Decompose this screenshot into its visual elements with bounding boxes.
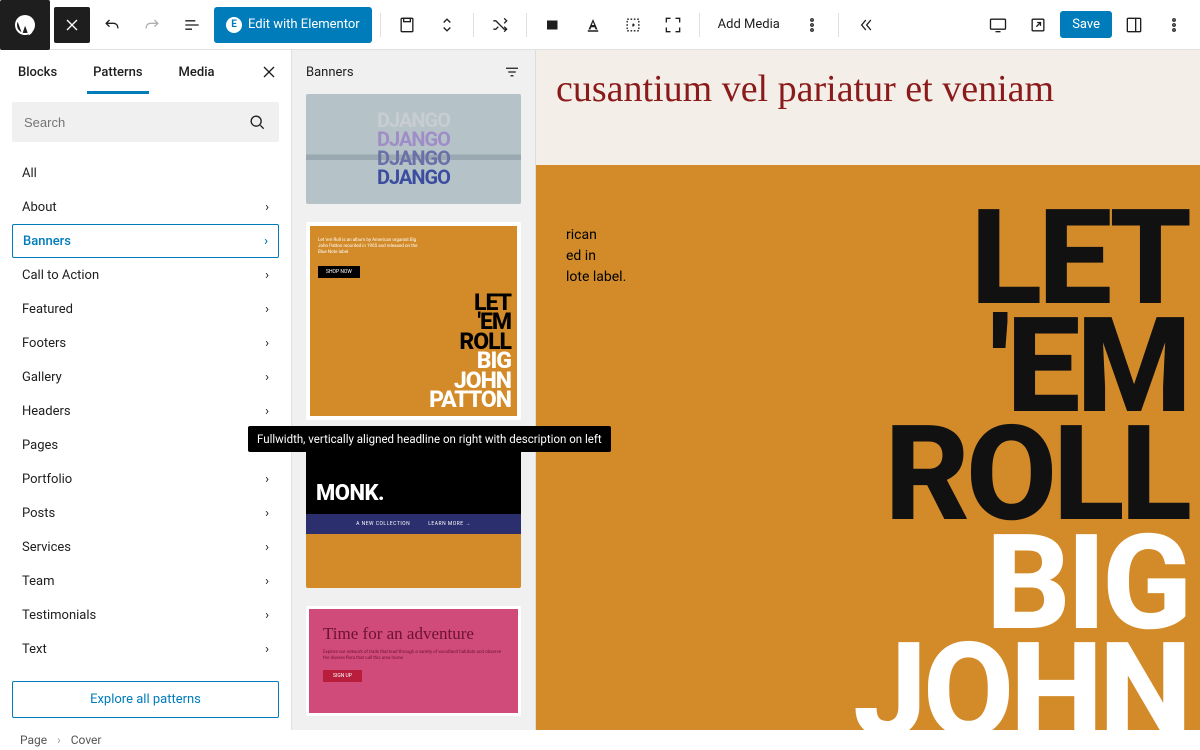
chevron-right-icon: ›: [265, 268, 269, 283]
category-item-footers[interactable]: Footers›: [12, 326, 279, 360]
banner-description: rican ed in lote label.: [566, 225, 686, 288]
search-icon: [247, 112, 267, 132]
category-item-gallery[interactable]: Gallery›: [12, 360, 279, 394]
pattern-thumb-monk[interactable]: MONK. A NEW COLLECTION LEARN MORE →: [306, 438, 521, 588]
breadcrumb-separator: ›: [57, 733, 61, 747]
chevron-right-icon: ›: [265, 540, 269, 555]
category-item-headers[interactable]: Headers›: [12, 394, 279, 428]
tab-media[interactable]: Media: [161, 50, 233, 94]
save-button[interactable]: Save: [1060, 11, 1112, 38]
chevron-right-icon: ›: [265, 370, 269, 385]
category-item-posts[interactable]: Posts›: [12, 496, 279, 530]
chevron-right-icon: ›: [265, 302, 269, 317]
category-item-portfolio[interactable]: Portfolio›: [12, 462, 279, 496]
top-toolbar: E Edit with Elementor Add Media Sav: [0, 0, 1200, 50]
chevron-right-icon: ›: [265, 336, 269, 351]
pattern-category-title: Banners: [306, 65, 354, 80]
toolbar-separator: [473, 13, 474, 37]
category-item-team[interactable]: Team›: [12, 564, 279, 598]
category-item-about[interactable]: About›: [12, 190, 279, 224]
category-item-call-to-action[interactable]: Call to Action›: [12, 258, 279, 292]
options-menu-icon[interactable]: [1156, 7, 1192, 43]
chevron-right-icon: ›: [265, 608, 269, 623]
category-item-banners[interactable]: Banners›: [12, 224, 279, 258]
banner-headline: LET 'EM ROLL BIG JOHN PATTON: [708, 205, 1188, 730]
page-heading[interactable]: cusantium vel pariatur et veniam: [556, 66, 1180, 114]
pattern-thumb-django[interactable]: DJANGO DJANGO DJANGO DJANGO: [306, 94, 521, 204]
pattern-search-box[interactable]: [12, 102, 279, 142]
pattern-category-list: All About› Banners› Call to Action› Feat…: [0, 156, 291, 669]
elementor-button-label: Edit with Elementor: [248, 17, 360, 32]
pattern-thumbnails: DJANGO DJANGO DJANGO DJANGO Let 'em Roll…: [292, 94, 535, 730]
toolbar-separator: [526, 13, 527, 37]
chevron-right-icon: ›: [264, 234, 268, 249]
pattern-thumb-let-em-roll[interactable]: Let 'em Roll is an album by American org…: [306, 222, 521, 420]
collapse-toolbar-icon[interactable]: [847, 7, 883, 43]
close-inserter-icon[interactable]: [251, 54, 287, 90]
text-color-icon[interactable]: [575, 7, 611, 43]
position-icon[interactable]: [615, 7, 651, 43]
chevron-right-icon: ›: [265, 200, 269, 215]
chevron-right-icon: ›: [265, 574, 269, 589]
breadcrumb-page[interactable]: Page: [20, 733, 47, 747]
pattern-thumb-adventure[interactable]: Time for an adventure Explore our networ…: [306, 606, 521, 716]
close-inserter-button[interactable]: [54, 7, 90, 43]
block-more-options-icon[interactable]: [794, 7, 830, 43]
device-preview-icon[interactable]: [980, 7, 1016, 43]
move-tool-icon[interactable]: [429, 7, 465, 43]
category-item-pages[interactable]: Pages›: [12, 428, 279, 462]
search-input[interactable]: [24, 115, 247, 130]
document-overview-button[interactable]: [174, 7, 210, 43]
explore-all-patterns-button[interactable]: Explore all patterns: [12, 681, 279, 718]
category-item-testimonials[interactable]: Testimonials›: [12, 598, 279, 632]
shuffle-icon[interactable]: [482, 7, 518, 43]
settings-sidebar-icon[interactable]: [1116, 7, 1152, 43]
main-area: Blocks Patterns Media All About› Banners…: [0, 50, 1200, 730]
fullscreen-icon[interactable]: [655, 7, 691, 43]
toolbar-separator: [380, 13, 381, 37]
add-media-button[interactable]: Add Media: [708, 7, 790, 43]
wordpress-logo-button[interactable]: [0, 0, 50, 50]
chevron-right-icon: ›: [265, 642, 269, 657]
toolbar-right-group: Save: [980, 7, 1192, 43]
inserter-tabs: Blocks Patterns Media: [0, 50, 291, 94]
pattern-tooltip: Fullwidth, vertically aligned headline o…: [248, 426, 611, 452]
breadcrumb: Page › Cover: [0, 730, 1200, 750]
category-item-text[interactable]: Text›: [12, 632, 279, 666]
pattern-preview-panel: Banners DJANGO DJANGO DJANGO DJANGO Let …: [292, 50, 536, 730]
undo-button[interactable]: [94, 7, 130, 43]
chevron-right-icon: ›: [265, 506, 269, 521]
redo-button[interactable]: [134, 7, 170, 43]
pattern-preview-header: Banners: [292, 50, 535, 94]
edit-with-elementor-button[interactable]: E Edit with Elementor: [214, 7, 372, 43]
category-item-featured[interactable]: Featured›: [12, 292, 279, 326]
canvas-heading-section: cusantium vel pariatur et veniam: [536, 50, 1200, 165]
category-item-all[interactable]: All: [12, 156, 279, 190]
canvas-banner-block[interactable]: rican ed in lote label. LET 'EM ROLL BIG…: [536, 165, 1200, 730]
page-settings-icon[interactable]: [389, 7, 425, 43]
chevron-right-icon: ›: [265, 472, 269, 487]
breadcrumb-cover[interactable]: Cover: [71, 733, 102, 747]
elementor-icon: E: [226, 17, 242, 33]
filter-icon[interactable]: [503, 63, 521, 81]
tab-blocks[interactable]: Blocks: [0, 50, 75, 94]
background-tool-icon[interactable]: [535, 7, 571, 43]
editor-canvas[interactable]: cusantium vel pariatur et veniam rican e…: [536, 50, 1200, 730]
view-page-icon[interactable]: [1020, 7, 1056, 43]
tab-patterns[interactable]: Patterns: [75, 50, 160, 94]
toolbar-separator: [699, 13, 700, 37]
chevron-right-icon: ›: [265, 404, 269, 419]
inserter-panel: Blocks Patterns Media All About› Banners…: [0, 50, 292, 730]
category-item-services[interactable]: Services›: [12, 530, 279, 564]
toolbar-separator: [838, 13, 839, 37]
